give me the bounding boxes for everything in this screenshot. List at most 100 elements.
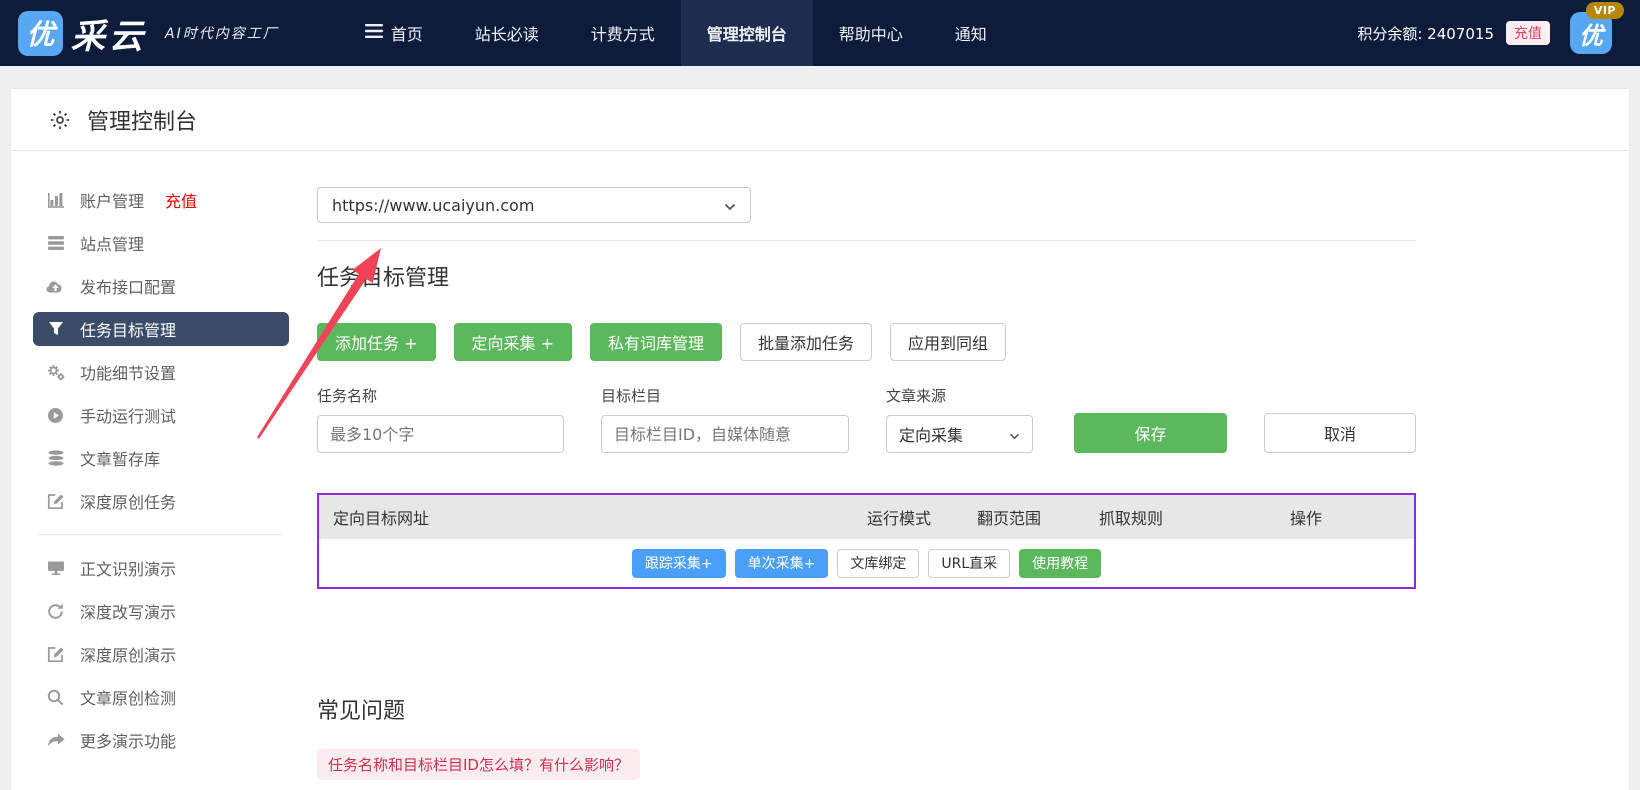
chevron-down-icon	[724, 196, 736, 215]
logo-tagline: AI时代内容工厂	[165, 23, 279, 43]
sidebar-item-article-cache[interactable]: 文章暂存库	[33, 441, 289, 475]
save-button[interactable]: 保存	[1074, 413, 1227, 453]
main-nav: 首页 站长必读 计费方式 管理控制台 帮助中心 通知	[339, 0, 1013, 66]
article-source-label: 文章来源	[886, 385, 1033, 406]
add-task-button[interactable]: 添加任务 +	[317, 323, 436, 361]
nav-item-must-read[interactable]: 站长必读	[449, 0, 565, 66]
library-bind-button[interactable]: 文库绑定	[837, 549, 919, 578]
play-icon	[46, 407, 65, 424]
private-thesaurus-button[interactable]: 私有词库管理	[590, 323, 722, 361]
search-icon	[46, 689, 65, 706]
sidebar-item-task-targets[interactable]: 任务目标管理	[33, 312, 289, 346]
cancel-button[interactable]: 取消	[1264, 413, 1416, 453]
server-icon	[46, 235, 65, 251]
logo-name: 采云	[71, 9, 147, 58]
sidebar-item-deep-original-task[interactable]: 深度原创任务	[33, 484, 289, 518]
action-button-row: 添加任务 + 定向采集 + 私有词库管理 批量添加任务 应用到同组	[317, 323, 1416, 361]
faq-link[interactable]: 任务名称和目标栏目ID怎么填？有什么影响？	[317, 749, 640, 780]
sidebar-item-deep-rewrite-demo[interactable]: 深度改写演示	[33, 594, 289, 628]
article-source-value: 定向采集	[899, 422, 963, 446]
cloud-upload-icon	[46, 278, 65, 294]
article-source-select[interactable]: 定向采集	[886, 415, 1033, 453]
task-name-field-group: 任务名称	[317, 385, 564, 453]
page-title: 管理控制台	[87, 104, 197, 136]
gears-icon	[46, 364, 65, 381]
database-icon	[46, 450, 65, 466]
logo-mark: 优	[18, 11, 63, 56]
sidebar-item-label: 文章暂存库	[80, 446, 160, 470]
targets-table-header: 定向目标网址 运行模式 翻页范围 抓取规则 操作	[319, 495, 1414, 539]
refresh-icon	[46, 603, 65, 620]
nav-item-label: 计费方式	[591, 21, 655, 45]
task-name-input[interactable]	[317, 415, 564, 453]
nav-item-label: 通知	[955, 21, 987, 45]
sidebar-item-account[interactable]: 账户管理 充值	[33, 183, 289, 217]
sidebar-item-label: 更多演示功能	[80, 728, 176, 752]
logo[interactable]: 优 采云 AI时代内容工厂	[18, 9, 279, 58]
points-balance: 积分余额: 2407015	[1357, 23, 1494, 44]
monitor-icon	[46, 560, 65, 576]
sidebar-item-sites[interactable]: 站点管理	[33, 226, 289, 260]
task-form: 任务名称 目标栏目 文章来源 定向采集 保存	[317, 385, 1416, 453]
menu-list-icon	[365, 23, 383, 43]
faq-title: 常见问题	[317, 693, 1416, 725]
sidebar-item-more-demos[interactable]: 更多演示功能	[33, 723, 289, 757]
sidebar-item-label: 发布接口配置	[80, 274, 176, 298]
sidebar: 账户管理 充值 站点管理 发布接口配置 任务目标管理	[11, 151, 307, 766]
section-title: 任务目标管理	[317, 260, 1416, 292]
target-column-input[interactable]	[601, 415, 849, 453]
edit-icon	[46, 493, 65, 510]
sidebar-item-label: 正文识别演示	[80, 556, 176, 580]
sidebar-item-deep-original-demo[interactable]: 深度原创演示	[33, 637, 289, 671]
nav-item-notice[interactable]: 通知	[929, 0, 1013, 66]
share-icon	[46, 733, 65, 748]
sidebar-item-manual-run[interactable]: 手动运行测试	[33, 398, 289, 432]
nav-item-console[interactable]: 管理控制台	[681, 0, 813, 66]
nav-item-pricing[interactable]: 计费方式	[565, 0, 681, 66]
targeted-collect-button[interactable]: 定向采集 +	[454, 323, 573, 361]
nav-item-label: 管理控制台	[707, 21, 787, 45]
sidebar-divider	[39, 534, 281, 535]
filter-icon	[46, 321, 65, 337]
nav-item-home[interactable]: 首页	[339, 0, 449, 66]
sidebar-item-originality-check[interactable]: 文章原创检测	[33, 680, 289, 714]
edit-icon	[46, 646, 65, 663]
target-column-label: 目标栏目	[601, 385, 849, 406]
apply-to-group-button[interactable]: 应用到同组	[890, 323, 1006, 361]
col-page-range: 翻页范围	[954, 505, 1064, 529]
track-collect-button[interactable]: 跟踪采集+	[632, 549, 726, 578]
article-source-field-group: 文章来源 定向采集	[886, 385, 1033, 453]
batch-add-tasks-button[interactable]: 批量添加任务	[740, 323, 872, 361]
targets-table: 定向目标网址 运行模式 翻页范围 抓取规则 操作 跟踪采集+ 单次采集+ 文库绑…	[317, 493, 1416, 589]
vip-badge: VIP	[1586, 2, 1624, 19]
sidebar-item-label: 账户管理	[80, 188, 144, 212]
nav-item-help[interactable]: 帮助中心	[813, 0, 929, 66]
sidebar-item-feature-settings[interactable]: 功能细节设置	[33, 355, 289, 389]
target-column-field-group: 目标栏目	[601, 385, 849, 453]
nav-item-label: 首页	[391, 21, 423, 45]
single-collect-button[interactable]: 单次采集+	[735, 549, 829, 578]
task-name-label: 任务名称	[317, 385, 564, 406]
sidebar-item-label: 深度改写演示	[80, 599, 176, 623]
recharge-button[interactable]: 充值	[1506, 21, 1550, 45]
content-card: 管理控制台 账户管理 充值 站点管理 发布接口配置	[10, 88, 1630, 790]
sidebar-recharge-link[interactable]: 充值	[165, 188, 197, 212]
sidebar-item-label: 站点管理	[80, 231, 144, 255]
sidebar-item-label: 任务目标管理	[80, 317, 176, 341]
col-run-mode: 运行模式	[844, 505, 954, 529]
sidebar-item-label: 文章原创检测	[80, 685, 176, 709]
avatar-wrap: 优 VIP	[1570, 12, 1612, 54]
section-divider	[317, 240, 1416, 241]
sidebar-item-label: 深度原创任务	[80, 489, 176, 513]
sidebar-item-body-recognition-demo[interactable]: 正文识别演示	[33, 551, 289, 585]
url-direct-collect-button[interactable]: URL直采	[928, 549, 1010, 578]
top-navbar: 优 采云 AI时代内容工厂 首页 站长必读 计费方式 管理控制台 帮助中心 通知…	[0, 0, 1640, 66]
tutorial-button[interactable]: 使用教程	[1019, 549, 1101, 578]
table-row: 跟踪采集+ 单次采集+ 文库绑定 URL直采 使用教程	[319, 539, 1414, 587]
sidebar-item-publish-api[interactable]: 发布接口配置	[33, 269, 289, 303]
nav-item-label: 帮助中心	[839, 21, 903, 45]
sidebar-item-label: 手动运行测试	[80, 403, 176, 427]
site-select-dropdown[interactable]: https://www.ucaiyun.com	[317, 187, 751, 223]
col-target-url: 定向目标网址	[319, 505, 844, 529]
bar-chart-icon	[46, 192, 65, 208]
